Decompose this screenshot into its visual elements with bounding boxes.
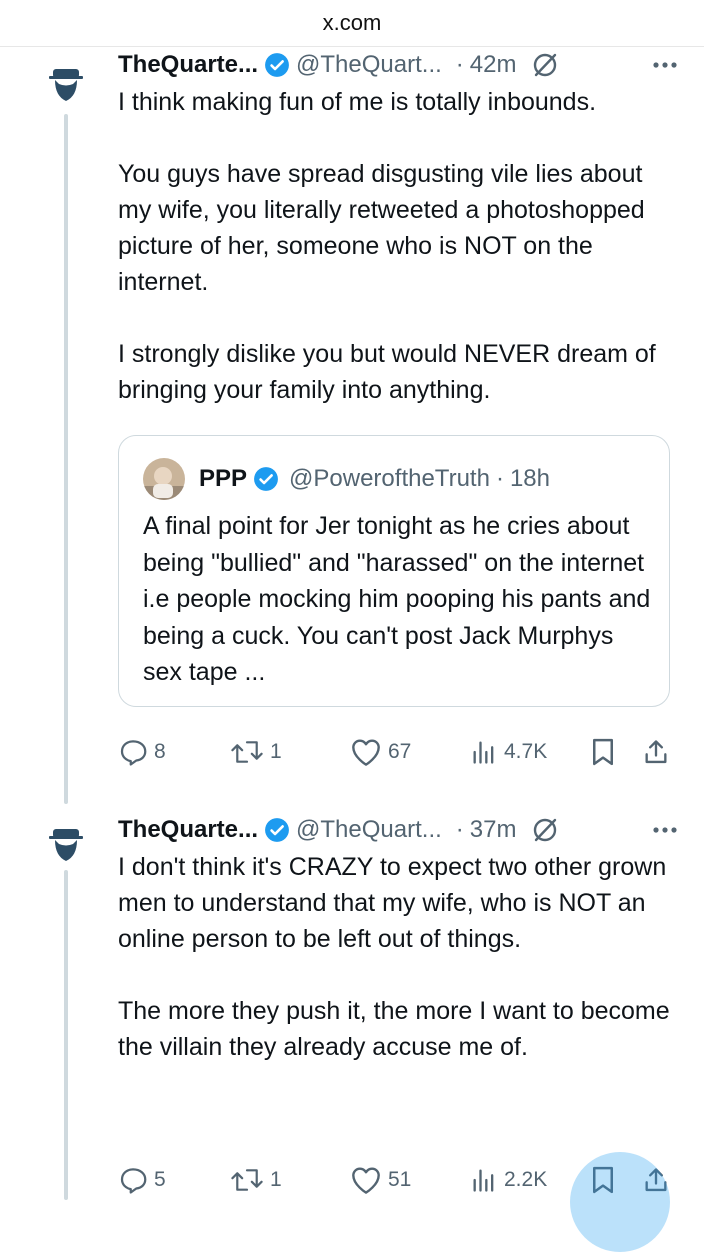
grok-icon[interactable]	[530, 815, 560, 845]
tweet-header: TheQuarte... @TheQuart... · 42m	[118, 48, 678, 82]
quoted-user-handle[interactable]: @PoweroftheTruth	[289, 465, 490, 493]
timestamp[interactable]: 37m	[470, 816, 517, 844]
like-icon	[352, 739, 380, 766]
avatar[interactable]	[42, 820, 90, 868]
bookmark-button[interactable]	[590, 732, 622, 772]
tweet-paragraph: I don't think it's CRAZY to expect two o…	[118, 853, 667, 953]
quoted-display-name[interactable]: PPP	[199, 465, 247, 493]
display-name[interactable]: TheQuarte...	[118, 816, 258, 844]
verified-badge-icon	[264, 817, 290, 843]
thread-line	[64, 114, 68, 804]
reply-count: 8	[154, 740, 166, 763]
verified-badge-icon	[253, 466, 279, 492]
reply-button[interactable]: 5	[118, 1160, 166, 1200]
share-button[interactable]	[642, 732, 676, 772]
tweet-paragraph: I strongly dislike you but would NEVER d…	[118, 340, 656, 404]
grok-icon[interactable]	[530, 50, 560, 80]
tweet-text: I think making fun of me is totally inbo…	[118, 84, 678, 408]
quoted-tweet-text: A final point for Jer tonight as he crie…	[143, 512, 651, 686]
separator-dot: ·	[455, 51, 464, 78]
bearded-man-logo-icon	[49, 69, 83, 101]
repost-icon	[231, 741, 263, 763]
reply-button[interactable]: 8	[118, 732, 166, 772]
separator-dot: ·	[455, 816, 464, 843]
url-text: x.com	[322, 10, 382, 35]
display-name[interactable]: TheQuarte...	[118, 51, 258, 79]
reply-count: 5	[154, 1168, 166, 1191]
repost-icon	[231, 1169, 263, 1191]
like-button[interactable]: 67	[350, 732, 411, 772]
quoted-avatar[interactable]	[143, 458, 185, 500]
timestamp[interactable]: 42m	[470, 51, 517, 79]
tweet-paragraph: I think making fun of me is totally inbo…	[118, 88, 597, 116]
like-count: 67	[388, 740, 412, 763]
reply-icon	[120, 1168, 147, 1194]
views-icon	[473, 1169, 494, 1192]
repost-button[interactable]: 1	[230, 1160, 282, 1200]
like-button[interactable]: 51	[350, 1160, 411, 1200]
tweet-header: TheQuarte... @TheQuart... · 37m	[118, 813, 678, 847]
repost-count: 1	[270, 1168, 282, 1191]
like-count: 51	[388, 1168, 412, 1191]
quoted-tweet[interactable]: PPP @PoweroftheTruth · 18h A final point…	[118, 435, 670, 707]
user-handle[interactable]: @TheQuart...	[296, 51, 442, 79]
compose-fab[interactable]	[570, 1152, 670, 1252]
separator-dot: ·	[495, 465, 504, 492]
repost-button[interactable]: 1	[230, 732, 282, 772]
tweet[interactable]: TheQuarte... @TheQuart... · 42m I think …	[118, 48, 678, 408]
views-count: 4.7K	[504, 740, 548, 763]
views-count: 2.2K	[504, 1168, 548, 1191]
quoted-tweet-header: PPP @PoweroftheTruth · 18h	[143, 458, 550, 500]
more-icon[interactable]	[652, 826, 678, 834]
reply-icon	[120, 740, 147, 766]
tweet-text: I don't think it's CRAZY to expect two o…	[118, 849, 678, 1065]
bookmark-icon	[593, 738, 613, 766]
avatar[interactable]	[42, 60, 90, 108]
bearded-man-logo-icon	[49, 829, 83, 861]
quoted-timestamp: 18h	[509, 465, 550, 492]
tweet[interactable]: TheQuarte... @TheQuart... · 37m I don't …	[118, 813, 678, 1065]
thread-line	[64, 870, 68, 1200]
browser-url-bar[interactable]: x.com	[0, 0, 704, 47]
views-button[interactable]: 4.7K	[470, 732, 547, 772]
views-button[interactable]: 2.2K	[470, 1160, 547, 1200]
verified-badge-icon	[264, 52, 290, 78]
share-icon	[645, 740, 667, 764]
views-icon	[473, 741, 494, 764]
tweet-paragraph: The more they push it, the more I want t…	[118, 997, 670, 1061]
tweet-paragraph: You guys have spread disgusting vile lie…	[118, 160, 645, 296]
more-icon[interactable]	[652, 61, 678, 69]
tweet-actions: 8 1 67 4.7K	[118, 732, 678, 772]
repost-count: 1	[270, 740, 282, 763]
user-handle[interactable]: @TheQuart...	[296, 816, 442, 844]
like-icon	[352, 1167, 380, 1194]
